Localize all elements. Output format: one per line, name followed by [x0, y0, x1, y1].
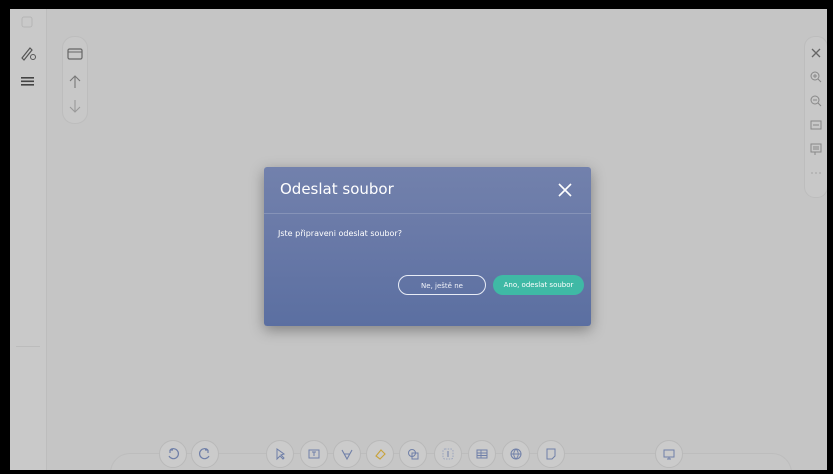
app-canvas: Odeslat soubor Jste připraveni odeslat s…: [10, 9, 827, 470]
undo-icon: [168, 448, 179, 460]
text-box-icon: [308, 449, 320, 459]
page-navigator: [62, 36, 88, 124]
undo-button[interactable]: [159, 440, 187, 468]
menu-icon[interactable]: [18, 71, 38, 91]
table-icon: [476, 449, 488, 459]
cancel-button[interactable]: Ne, ještě ne: [398, 275, 486, 295]
confirm-send-button[interactable]: Ano, odeslat soubor: [493, 275, 584, 295]
note-button[interactable]: [537, 440, 565, 468]
eraser-icon: [375, 449, 386, 460]
highlighter-button[interactable]: [333, 440, 361, 468]
close-icon[interactable]: [808, 45, 824, 61]
display-icon: [663, 449, 675, 460]
redo-icon: [199, 448, 210, 460]
shapes-icon: [408, 449, 419, 460]
toolbar-divider: [16, 346, 40, 347]
display-button[interactable]: [655, 440, 683, 468]
zoom-in-icon[interactable]: [808, 69, 824, 85]
close-icon[interactable]: [554, 179, 576, 201]
highlighter-icon: [341, 449, 353, 461]
web-button[interactable]: [502, 440, 530, 468]
redo-button[interactable]: [191, 440, 219, 468]
left-toolbar: [10, 9, 47, 470]
note-icon: [546, 448, 556, 460]
right-toolbar: [804, 36, 827, 198]
app-icon: [21, 16, 33, 28]
table-button[interactable]: [468, 440, 496, 468]
zoom-out-icon[interactable]: [808, 93, 824, 109]
send-file-dialog: Odeslat soubor Jste připraveni odeslat s…: [264, 167, 591, 326]
page-icon[interactable]: [66, 45, 84, 63]
arrow-down-icon[interactable]: [66, 97, 84, 115]
shapes-button[interactable]: [399, 440, 427, 468]
insert-button[interactable]: [434, 440, 462, 468]
eraser-button[interactable]: [366, 440, 394, 468]
comment-icon[interactable]: [808, 141, 824, 157]
dialog-title: Odeslat soubor: [280, 180, 394, 198]
arrow-up-icon[interactable]: [66, 73, 84, 91]
select-button[interactable]: [266, 440, 294, 468]
select-icon: [276, 448, 286, 461]
more-icon[interactable]: [808, 165, 824, 181]
web-icon: [510, 448, 522, 460]
text-box-button[interactable]: [300, 440, 328, 468]
dialog-message: Jste připraveni odeslat soubor?: [278, 229, 402, 238]
insert-icon: [442, 448, 454, 460]
pen-settings-icon[interactable]: [18, 43, 38, 63]
dialog-divider: [264, 213, 591, 214]
fit-width-icon[interactable]: [808, 117, 824, 133]
